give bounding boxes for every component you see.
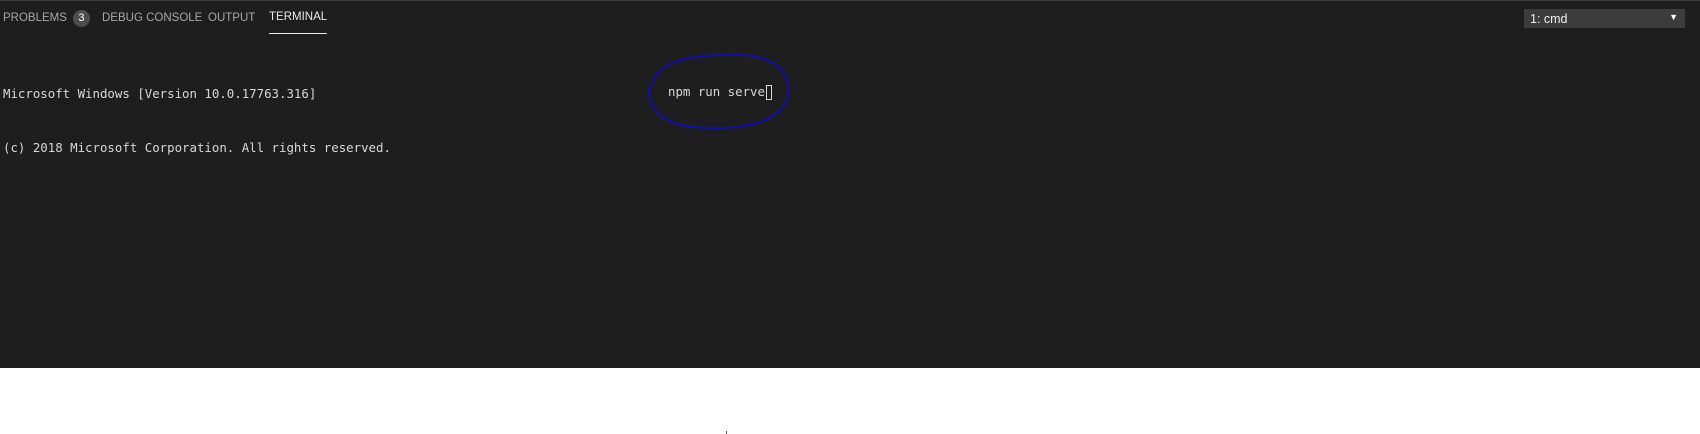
terminal-cursor [765, 84, 772, 100]
tab-output-label: OUTPUT [208, 12, 256, 24]
terminal-command: npm run serve [668, 84, 765, 99]
panel-tab-bar: PROBLEMS 3 DEBUG CONSOLE OUTPUT TERMINAL… [0, 1, 1700, 37]
tab-debug-console-label: DEBUG CONSOLE [102, 12, 203, 24]
terminal-selector-value: 1: cmd [1530, 11, 1568, 26]
tab-terminal-label: TERMINAL [269, 11, 328, 23]
chevron-down-icon: ▼ [1669, 12, 1678, 22]
tab-terminal[interactable]: TERMINAL [269, 1, 328, 34]
tab-problems-label: PROBLEMS [3, 12, 67, 24]
tab-problems[interactable]: PROBLEMS 3 [3, 1, 90, 35]
problems-count-badge: 3 [72, 9, 90, 27]
terminal-line: Microsoft Windows [Version 10.0.17763.31… [3, 86, 317, 101]
terminal-line: (c) 2018 Microsoft Corporation. All righ… [3, 140, 391, 155]
terminal-command-line[interactable]: npm run serve [668, 84, 772, 100]
tab-debug-console[interactable]: DEBUG CONSOLE [102, 1, 202, 35]
terminal-panel: PROBLEMS 3 DEBUG CONSOLE OUTPUT TERMINAL… [0, 0, 1700, 368]
tab-output[interactable]: OUTPUT [208, 1, 255, 35]
terminal-output[interactable]: Microsoft Windows [Version 10.0.17763.31… [3, 49, 391, 193]
terminal-selector-dropdown[interactable]: 1: cmd ▼ [1524, 9, 1685, 28]
